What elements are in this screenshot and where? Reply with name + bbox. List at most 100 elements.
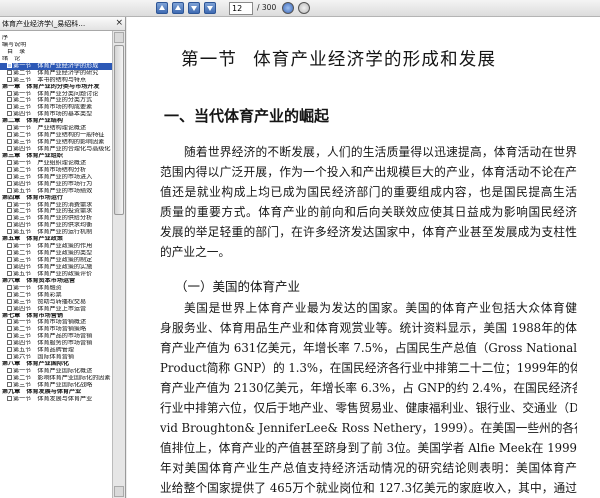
sidebar-scroll-thumb[interactable] [114,45,124,215]
bookmark-item[interactable]: 第二章 体育产业结构 [0,118,112,125]
bookmark-item[interactable]: 第二节 体育产业的投资需求 [0,208,112,215]
bookmark-label: 第三节 体育产业结构的影响因素 [13,139,105,146]
page-icon [7,62,12,68]
last-page-button[interactable] [204,2,216,14]
page-icon [7,180,12,186]
bookmark-label: 第二节 体育产业结构的一般特征 [13,132,105,139]
bookmark-item[interactable]: 第四节 体育产业的供求均衡 [0,222,112,229]
bookmark-item[interactable]: 第七章 体育市场营销 [0,313,112,320]
bookmark-item[interactable]: 第五节 体育产业的市场绩效 [0,187,112,195]
bookmark-item[interactable]: 第二节 体育产业政策的类型 [0,250,112,257]
bookmark-item[interactable]: 序 [0,35,112,42]
sidebar-scrollbar[interactable] [112,31,125,498]
bookmark-item[interactable]: 第一节 体育市场营销概述 [0,319,112,326]
bookmark-label: 绪 论 [2,55,21,62]
bookmark-item[interactable]: 第五节 体育品牌管理 [0,347,112,354]
page-icon [7,69,12,75]
bookmark-item[interactable]: 第九章 体育发展与体育产业 [0,389,112,396]
bookmark-item[interactable]: 第三节 赞助与转播权交易 [0,298,112,306]
bookmark-label: 第八章 体育产业国际化 [2,361,70,368]
page-icon [7,368,12,373]
page-icon [7,187,12,193]
bookmark-item[interactable]: 第五章 体育产业政策 [0,236,112,243]
page-icon [7,173,12,179]
bookmark-item[interactable]: 编写说明 [0,42,112,49]
bookmark-item[interactable]: 第六章 体育资本市场运营 [0,278,112,285]
bookmark-item[interactable]: 第二节 体育产业结构的一般特征 [0,132,112,139]
bookmark-item[interactable]: 第二节 体育市场结构分析 [0,166,112,174]
bookmark-item[interactable]: 第三节 体育产品的市场营销 [0,333,112,340]
close-icon[interactable]: × [115,18,123,28]
bookmark-item[interactable]: 第一节 产业结构理论概述 [0,125,112,132]
bookmark-item[interactable]: 第三章 体育产业组织 [0,153,112,160]
bookmark-item[interactable]: 第五节 体育产业的运行机制 [0,229,112,236]
bookmark-label: 第一节 体育产业经济学的形成 [13,62,99,70]
bookmark-item[interactable]: 第一节 体育融资 [0,284,112,292]
bookmark-label: 第一节 体育产业的消费需求 [13,201,93,208]
text-line: 美国是世界上体育产业最为发达的国家。美国的体育产业包括大众体育健 [184,301,577,315]
bookmark-label: 第四节 体育产业的市场行为 [13,180,93,188]
bookmark-item[interactable]: 第一章 体育产业的分类与市场开发 [0,84,112,91]
bookmark-item[interactable]: 第四节 体育产业上市运营 [0,305,112,313]
text-line: 质量的重要方式。体育产业的前向和后向关联效应使其日益成为影响国民经济 [160,205,577,219]
bookmark-item[interactable]: 第八章 体育产业国际化 [0,361,112,368]
bookmark-item[interactable]: 第四节 体育产业政策的实施 [0,263,112,271]
previous-page-button[interactable] [172,2,184,14]
bookmark-item[interactable]: 第一节 体育产业分类问题讨论 [0,90,112,98]
bookmark-item[interactable]: 目 录 [0,49,112,56]
bookmark-label: 第三章 体育产业组织 [2,152,63,159]
page-icon [7,201,12,207]
bookmark-item[interactable]: 第二节 体育市场营销策略 [0,326,112,333]
paragraph-1: 随着世界经济的不断发展，人们的生活质量得以迅速提高，体育活动在世界 范围内得以广泛… [160,142,577,262]
text-line: 值排位上，体育产业的产值甚至跻身到了前 3位。美国学者 Alfie Meek在 … [160,441,577,455]
scroll-up-arrow-icon[interactable] [114,32,124,43]
stop-button[interactable] [298,2,310,14]
page-icon [7,76,12,82]
bookmark-item[interactable]: 第三节 本书的结构与特点 [0,76,112,84]
scroll-down-arrow-icon[interactable] [114,486,124,497]
bookmark-item[interactable]: 第四节 体育服务的市场营销 [0,340,112,347]
page-icon [7,111,12,117]
bookmark-item[interactable]: 第三节 体育产业国际化战略 [0,381,112,389]
text-line: 的产业之一。 [160,245,231,259]
text-line: 行业中排第六位，仅后于地产业、零售贸易业、健康福利业、银行业、交通业（Da- [160,401,577,415]
page-icon [7,340,12,346]
bookmark-item[interactable]: 第三节 体育产业结构的影响因素 [0,139,112,146]
bookmark-item[interactable]: 第一节 体育产业政策的作用 [0,243,112,250]
bookmark-item[interactable]: 第一节 产业组织理论概述 [0,159,112,167]
bookmark-item[interactable]: 第三节 体育产业的供给分析 [0,215,112,222]
bookmark-item[interactable]: 第四章 体育市场运行 [0,195,112,202]
bookmark-label: 第二节 体育产业的分类方式 [13,97,93,104]
document-viewport[interactable]: 第一节 体育产业经济学的形成和发展 一、当代体育产业的崛起 随着世界经济的不断发展… [127,17,600,498]
bookmark-item[interactable]: 绪 论 [0,56,112,63]
bookmark-item[interactable]: 第二节 体育产业经济学的研究 [0,69,112,77]
bookmark-label: 序 [2,35,9,41]
bookmark-item[interactable]: 第一节 体育产业经济学的形成 [0,62,112,70]
bookmark-item[interactable]: 第二节 体育产业的分类方式 [0,97,112,104]
text-line: 发展的举足轻重的部门，在许多经济发达国家中，体育产业甚至发展成为支柱性 [160,225,577,239]
bookmark-label: 第一节 体育融资 [13,284,62,292]
bookmark-item[interactable]: 第三节 体育市场的构成要素 [0,104,112,111]
bookmark-label: 第一节 产业组织理论概述 [13,159,87,167]
bookmark-item[interactable]: 第一节 体育发展与体育产业 [0,395,112,403]
go-to-page-button[interactable] [282,2,294,14]
bookmark-item[interactable]: 第六节 国际体育营销 [0,354,112,361]
bookmark-item[interactable]: 第三节 体育产业的市场进入 [0,173,112,181]
bookmark-item[interactable]: 第四节 体育市场的基本类型 [0,111,112,118]
first-page-button[interactable] [156,2,168,14]
text-line: 年对美国体育产业生产总值支持经济活动情况的研究结论则表明：美国体育产 [160,461,577,475]
sidebar-tab[interactable]: 体育产业经济学(_易绍科… × [0,17,125,31]
bookmark-label: 第二节 体育产业的投资需求 [13,208,93,215]
bookmark-item[interactable]: 第四节 体育产业的合理化与高级化 [0,146,112,153]
bookmark-item[interactable]: 第五节 体育产业的政策评价 [0,270,112,278]
bookmark-item[interactable]: 第一节 体育产业国际化概述 [0,368,112,375]
bookmark-item[interactable]: 第二节 影响体育产业国际化的因素 [0,374,112,382]
bookmark-item[interactable]: 第一节 体育产业的消费需求 [0,201,112,209]
next-page-button[interactable] [188,2,200,14]
bookmark-label: 第三节 体育产业国际化战略 [13,381,93,389]
bookmark-item[interactable]: 第四节 体育产业的市场行为 [0,180,112,188]
bookmark-item[interactable]: 第二节 体育彩票 [0,291,112,299]
bookmark-label: 第二章 体育产业结构 [2,118,63,125]
page-number-input[interactable]: 12 [229,2,253,15]
bookmark-item[interactable]: 第三节 体育产业政策的制定 [0,257,112,264]
